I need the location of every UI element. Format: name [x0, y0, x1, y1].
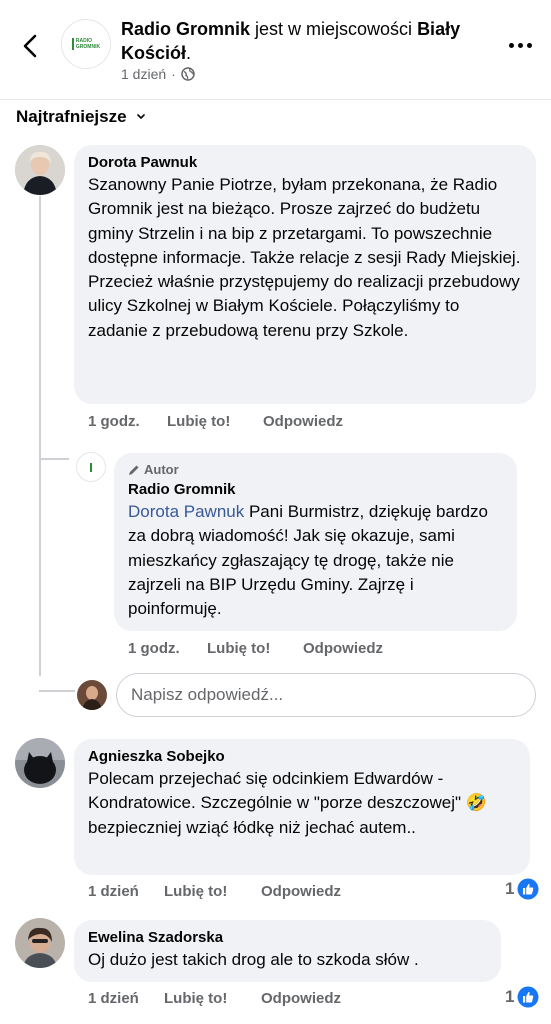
comment-time[interactable]: 1 godz.	[88, 413, 167, 430]
avatar[interactable]	[76, 452, 106, 482]
thread-line	[39, 196, 41, 676]
thread-branch	[39, 458, 69, 460]
page-logo[interactable]: RADIO GROMNIK	[61, 19, 111, 69]
more-dots-icon	[508, 42, 514, 48]
back-button[interactable]	[14, 28, 46, 64]
comment-sort-dropdown[interactable]: Najtrafniejsze	[16, 104, 145, 130]
comment-actions: 1 dzień Lubię to! Odpowiedz	[88, 883, 341, 900]
comment-bubble: Agnieszka Sobejko Polecam przejechać się…	[74, 739, 530, 875]
thread-branch	[39, 690, 75, 692]
reply-placeholder: Napisz odpowiedź...	[131, 685, 284, 704]
reply-author[interactable]: Radio Gromnik	[128, 481, 503, 498]
reply-input[interactable]: Napisz odpowiedź...	[116, 673, 536, 717]
like-reaction-icon	[517, 878, 539, 900]
comment-time[interactable]: 1 dzień	[88, 990, 164, 1007]
radio-logo-icon	[90, 462, 92, 472]
comment-text: Polecam przejechać się odcinkiem Edwardó…	[88, 769, 487, 837]
user-photo-icon	[15, 918, 65, 968]
comment-time[interactable]: 1 dzień	[88, 883, 164, 900]
logo-mark-icon	[71, 38, 74, 50]
user-photo-icon	[77, 680, 107, 710]
post-meta: 1 dzień ·	[121, 66, 195, 82]
reply-text: Dorota Pawnuk Pani Burmistrz, dziękuję b…	[128, 502, 489, 619]
logo-text-line2: GROMNIK	[75, 44, 101, 50]
meta-separator: ·	[171, 66, 176, 82]
like-button[interactable]: Lubię to!	[207, 640, 303, 657]
location-text: jest w miejscowości	[250, 19, 418, 39]
post-time[interactable]: 1 dzień	[121, 66, 166, 82]
reply-button[interactable]: Odpowiedz	[261, 990, 341, 1007]
user-photo-icon	[15, 738, 65, 788]
comment-author[interactable]: Ewelina Szadorska	[88, 929, 487, 946]
avatar[interactable]	[15, 145, 65, 195]
post-header: RADIO GROMNIK Radio Gromnik jest w miejs…	[0, 0, 551, 100]
pencil-icon	[129, 465, 139, 475]
like-button[interactable]: Lubię to!	[164, 990, 261, 1007]
avatar[interactable]	[15, 738, 65, 788]
chevron-down-icon	[136, 114, 145, 120]
like-reaction-icon	[517, 986, 539, 1008]
page-name-link[interactable]: Radio Gromnik	[121, 19, 250, 39]
comment-author[interactable]: Agnieszka Sobejko	[88, 748, 516, 765]
globe-icon	[181, 67, 195, 81]
like-button[interactable]: Lubię to!	[164, 883, 261, 900]
comment-bubble: Dorota Pawnuk Szanowny Panie Piotrze, by…	[74, 145, 536, 404]
author-badge: Autor	[128, 462, 503, 477]
more-options-button[interactable]	[500, 30, 540, 60]
reaction-count[interactable]: 1	[505, 986, 539, 1008]
reply-time[interactable]: 1 godz.	[128, 640, 207, 657]
reply-bubble: Autor Radio Gromnik Dorota Pawnuk Pani B…	[114, 453, 517, 631]
reply-actions: 1 godz. Lubię to! Odpowiedz	[128, 640, 383, 657]
post-title: Radio Gromnik jest w miejscowości Biały …	[121, 19, 461, 63]
rofl-emoji-icon: 🤣	[465, 793, 487, 813]
reply-button[interactable]: Odpowiedz	[261, 883, 341, 900]
reply-button[interactable]: Odpowiedz	[303, 640, 383, 657]
comment-text: Oj dużo jest takich drog ale to szkoda s…	[88, 950, 419, 969]
avatar[interactable]	[15, 918, 65, 968]
sort-label: Najtrafniejsze	[16, 107, 127, 126]
comment-actions: 1 dzień Lubię to! Odpowiedz	[88, 990, 341, 1007]
current-user-avatar	[77, 680, 107, 710]
comment-bubble: Ewelina Szadorska Oj dużo jest takich dr…	[74, 920, 501, 982]
comment-actions: 1 godz. Lubię to! Odpowiedz	[88, 413, 343, 430]
comment-text: Szanowny Panie Piotrze, byłam przekonana…	[88, 175, 521, 340]
user-photo-icon	[15, 145, 65, 195]
reaction-count[interactable]: 1	[505, 878, 539, 900]
reply-button[interactable]: Odpowiedz	[263, 413, 343, 430]
like-button[interactable]: Lubię to!	[167, 413, 263, 430]
chevron-left-icon	[23, 34, 37, 58]
mention-link[interactable]: Dorota Pawnuk	[128, 502, 244, 521]
comment-author[interactable]: Dorota Pawnuk	[88, 154, 522, 171]
